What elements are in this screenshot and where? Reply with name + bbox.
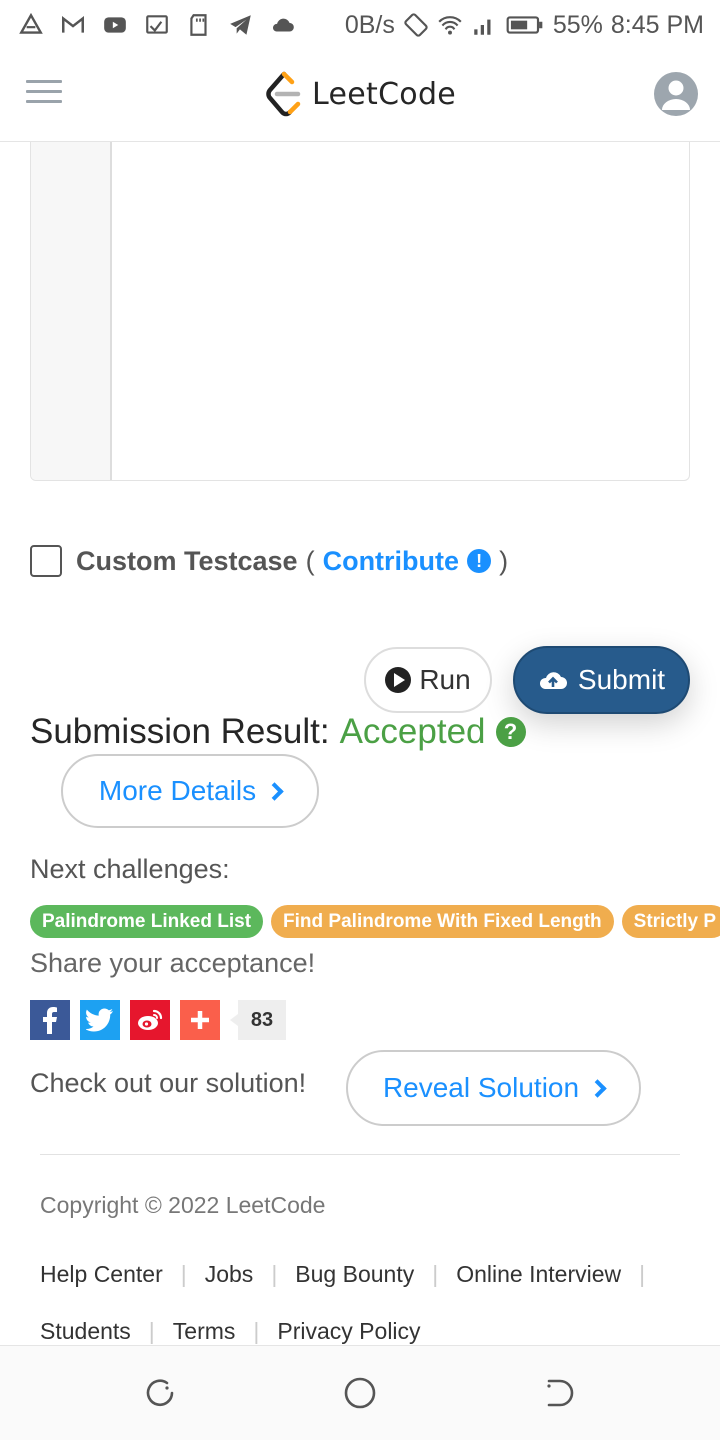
youtube-icon bbox=[104, 17, 126, 33]
battery-percent: 55% bbox=[552, 10, 603, 39]
footer-separator: | bbox=[148, 1318, 155, 1344]
submission-result: Submission Result: Accepted ? bbox=[30, 712, 526, 752]
footer-separator: | bbox=[639, 1261, 646, 1287]
network-speed: 0B/s bbox=[344, 10, 395, 39]
footer-link-terms[interactable]: Terms bbox=[173, 1318, 236, 1344]
footer-separator: | bbox=[271, 1261, 278, 1287]
status-system-icons: 0B/s 55% 8:45 PM bbox=[345, 11, 704, 40]
copyright-text: Copyright © 2022 LeetCode bbox=[40, 1192, 326, 1218]
custom-testcase-label: Custom Testcase bbox=[76, 545, 298, 576]
footer-link-online-interview[interactable]: Online Interview bbox=[456, 1261, 621, 1287]
code-editor[interactable] bbox=[30, 142, 690, 481]
next-challenges-tags: Palindrome Linked List Find Palindrome W… bbox=[30, 905, 720, 939]
paren-close: ) bbox=[499, 545, 509, 576]
signal-icon bbox=[474, 19, 491, 35]
paren-open: ( bbox=[305, 545, 315, 576]
chevron-right-icon bbox=[588, 1078, 607, 1098]
footer-link-jobs[interactable]: Jobs bbox=[205, 1261, 254, 1287]
challenge-tag[interactable]: Strictly P bbox=[621, 905, 720, 938]
footer-link-students[interactable]: Students bbox=[40, 1318, 131, 1344]
hamburger-menu-icon[interactable] bbox=[26, 80, 62, 110]
back-icon[interactable] bbox=[543, 1376, 577, 1410]
plus-share-icon[interactable] bbox=[180, 1000, 220, 1040]
rotate-icon bbox=[404, 13, 428, 37]
challenge-tag[interactable]: Find Palindrome With Fixed Length bbox=[271, 905, 614, 938]
drive-icon bbox=[19, 12, 43, 34]
submit-button[interactable]: Submit bbox=[513, 646, 690, 714]
run-button[interactable]: Run bbox=[364, 647, 492, 713]
twitter-icon[interactable] bbox=[80, 1000, 120, 1040]
submission-status: Accepted bbox=[339, 712, 486, 751]
battery-icon bbox=[506, 16, 543, 34]
more-details-label: More Details bbox=[98, 775, 257, 806]
leetcode-logo[interactable]: LeetCode bbox=[262, 70, 456, 118]
question-circle-icon[interactable]: ? bbox=[495, 717, 526, 747]
sd-card-icon bbox=[190, 14, 207, 36]
android-navigation-bar bbox=[0, 1345, 720, 1440]
gmail-icon bbox=[62, 15, 84, 33]
challenge-tag[interactable]: Palindrome Linked List bbox=[30, 905, 264, 938]
top-navbar: LeetCode bbox=[0, 50, 720, 142]
share-buttons: 83 bbox=[30, 1000, 286, 1040]
contribute-link[interactable]: Contribute ! bbox=[322, 545, 492, 577]
footer-links: Help Center | Jobs | Bug Bounty | Online Inter… bbox=[40, 1246, 690, 1360]
footer-link-help-center[interactable]: Help Center bbox=[40, 1261, 163, 1287]
recent-apps-icon[interactable] bbox=[143, 1376, 177, 1410]
check-solution-text: Check out our solution! bbox=[30, 1068, 307, 1098]
status-notification-icons bbox=[18, 12, 296, 38]
footer-link-privacy-policy[interactable]: Privacy Policy bbox=[277, 1318, 420, 1344]
home-icon[interactable] bbox=[343, 1376, 377, 1410]
editor-line-gutter bbox=[31, 142, 112, 480]
footer-separator: | bbox=[432, 1261, 439, 1287]
custom-testcase-row: Custom Testcase ( Contribute ! ) bbox=[30, 545, 516, 577]
footer-separator: | bbox=[253, 1318, 260, 1344]
reveal-solution-label: Reveal Solution bbox=[382, 1072, 580, 1103]
footer-link-bug-bounty[interactable]: Bug Bounty bbox=[295, 1261, 414, 1287]
more-details-button[interactable]: More Details bbox=[61, 754, 319, 828]
cloud-icon bbox=[272, 18, 294, 32]
custom-testcase-checkbox[interactable] bbox=[30, 545, 62, 577]
wifi-icon bbox=[438, 16, 462, 35]
weibo-icon[interactable] bbox=[130, 1000, 170, 1040]
submission-result-prefix: Submission Result: bbox=[30, 712, 330, 751]
share-title: Share your acceptance! bbox=[30, 948, 316, 978]
play-circle-icon bbox=[385, 667, 412, 693]
exclamation-circle-icon: ! bbox=[467, 549, 492, 573]
clock: 8:45 PM bbox=[610, 10, 704, 39]
leetcode-logo-icon bbox=[266, 71, 301, 117]
footer-separator: | bbox=[180, 1261, 187, 1287]
contribute-label: Contribute bbox=[322, 545, 460, 576]
facebook-icon[interactable] bbox=[30, 1000, 70, 1040]
cast-icon bbox=[146, 15, 168, 34]
avatar-icon[interactable] bbox=[654, 72, 698, 116]
next-challenges-title: Next challenges: bbox=[30, 854, 230, 884]
cloud-upload-icon bbox=[539, 672, 567, 689]
share-count: 83 bbox=[230, 1000, 286, 1040]
logo-text: LeetCode bbox=[312, 76, 457, 112]
telegram-icon bbox=[230, 15, 251, 35]
footer-divider bbox=[40, 1154, 680, 1155]
submit-label: Submit bbox=[577, 664, 666, 695]
status-bar: 0B/s 55% 8:45 PM bbox=[0, 0, 720, 50]
run-label: Run bbox=[419, 664, 471, 695]
reveal-solution-button[interactable]: Reveal Solution bbox=[346, 1050, 641, 1126]
chevron-right-icon bbox=[265, 781, 284, 801]
